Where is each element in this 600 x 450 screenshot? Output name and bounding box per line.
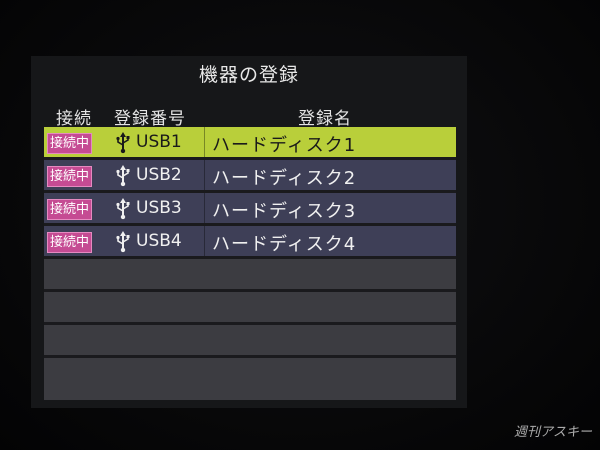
tv-screen: 機器の登録 接続 登録番号 登録名 接続中 USB1 ハードディスク1 接続中 [0,0,600,450]
empty-row[interactable] [44,358,456,400]
column-header-status: 接続 [56,109,92,129]
device-row-2[interactable]: 接続中 USB2 ハードディスク2 [44,160,456,190]
device-list: 接続中 USB1 ハードディスク1 接続中 USB2 ハードディスク2 接続中 … [44,127,456,400]
cell-divider [204,127,205,157]
cell-divider [204,160,205,190]
empty-row[interactable] [44,259,456,289]
device-name: ハードディスク3 [212,201,357,222]
device-name: ハードディスク1 [212,135,357,156]
registration-number: USB3 [136,198,182,218]
registration-number: USB1 [136,132,182,152]
connected-badge: 接続中 [47,166,93,187]
device-row-3[interactable]: 接続中 USB3 ハードディスク3 [44,193,456,223]
registration-number: USB4 [136,231,182,251]
watermark: 週刊アスキー [513,425,592,440]
device-name: ハードディスク4 [212,234,357,255]
connected-badge: 接続中 [47,133,93,154]
connected-badge: 接続中 [47,199,93,220]
device-name: ハードディスク2 [212,168,357,189]
device-row-4[interactable]: 接続中 USB4 ハードディスク4 [44,226,456,256]
cell-divider [204,226,205,256]
empty-row[interactable] [44,325,456,355]
cell-divider [204,193,205,223]
usb-icon [116,165,130,187]
usb-icon [116,132,130,154]
connected-badge: 接続中 [47,232,93,253]
registration-number: USB2 [136,165,182,185]
device-row-1[interactable]: 接続中 USB1 ハードディスク1 [44,127,456,157]
column-header-name: 登録名 [298,109,352,129]
empty-row[interactable] [44,292,456,322]
dialog-title: 機器の登録 [198,64,299,86]
usb-icon [116,198,130,220]
column-header-number: 登録番号 [114,109,186,129]
usb-icon [116,231,130,253]
